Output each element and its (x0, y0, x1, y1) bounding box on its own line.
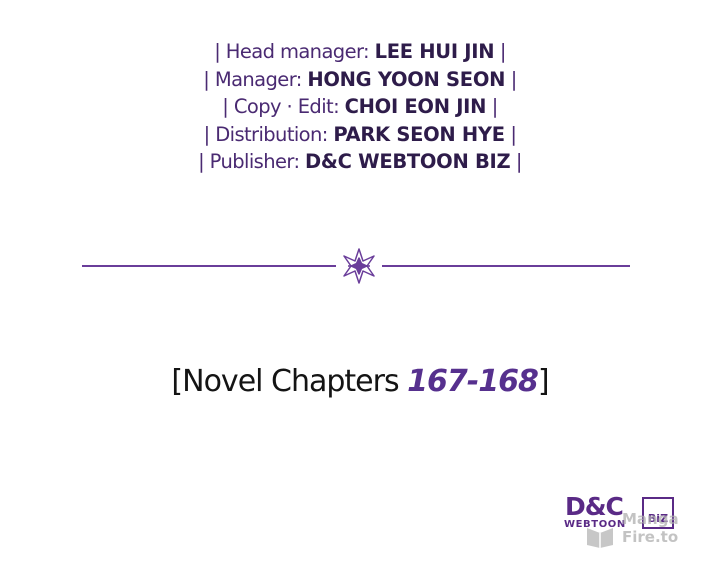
watermark-line1: Manga (622, 510, 679, 528)
chapter-range: 167-168 (407, 364, 539, 399)
credit-role: | Copy · Edit: (222, 95, 345, 118)
credit-copy-edit: | Copy · Edit: CHOI EON JIN | (0, 93, 720, 121)
watermark-line2: Fire.to (622, 528, 679, 546)
credit-end: | (494, 40, 507, 63)
credit-role: | Head manager: (214, 40, 375, 63)
credits-block: | Head manager: LEE HUI JIN | | Manager:… (0, 38, 720, 176)
credit-name: CHOI EON JIN (344, 95, 487, 118)
chapter-title: [Novel Chapters 167-168] (0, 364, 720, 399)
credit-role: | Distribution: (203, 122, 334, 146)
credit-publisher: | Publisher: D&C WEBTOON BIZ | (0, 148, 720, 176)
credit-end: | (510, 150, 523, 173)
logo-dc-text: D&C (565, 492, 624, 521)
credit-end: | (505, 67, 518, 91)
chapter-close-bracket: ] (537, 364, 550, 399)
credit-name: D&C WEBTOON BIZ (305, 150, 511, 173)
credit-distribution: | Distribution: PARK SEON HYE | (0, 121, 720, 149)
credit-end: | (504, 122, 517, 146)
star-ornament-icon (343, 248, 375, 284)
chapter-label: Novel Chapters (182, 364, 408, 399)
credit-end: | (486, 95, 499, 118)
chapter-open-bracket: [ (171, 364, 183, 399)
credit-name: PARK SEON HYE (333, 122, 505, 146)
mangafire-icon (587, 528, 613, 548)
credit-name: HONG YOON SEON (307, 67, 506, 91)
ornament-divider (82, 248, 630, 284)
credit-head-manager: | Head manager: LEE HUI JIN | (0, 38, 720, 66)
publisher-logo: D&C WEBTOON BiZ Manga Fire.to (560, 492, 692, 552)
credit-role: | Publisher: (198, 150, 306, 173)
credit-role: | Manager: (203, 67, 308, 91)
credit-manager: | Manager: HONG YOON SEON | (0, 66, 720, 94)
credit-name: LEE HUI JIN (374, 40, 495, 63)
